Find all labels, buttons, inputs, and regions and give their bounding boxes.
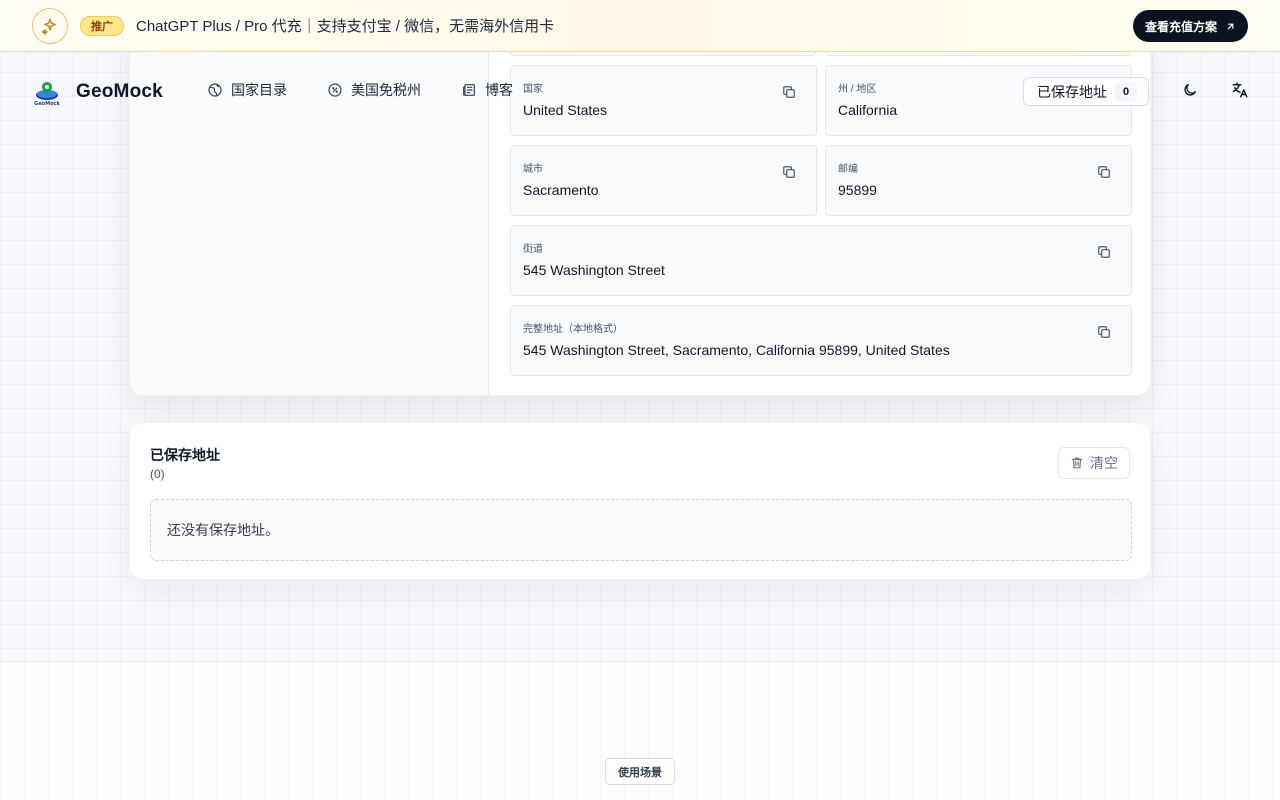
use-cases-button[interactable]: 使用场景 [605, 758, 675, 785]
empty-state: 还没有保存地址。 [150, 499, 1132, 561]
copy-icon[interactable] [782, 85, 796, 99]
city-field[interactable]: 城市 Sacramento [510, 145, 817, 216]
street-field[interactable]: 街道 545 Washington Street [510, 225, 1132, 296]
nav-label: 美国免税州 [351, 82, 421, 98]
saved-addresses-card: 已保存地址 (0) 清空 还没有保存地址。 [129, 422, 1151, 580]
promo-cta-button[interactable]: 查看充值方案 [1132, 10, 1248, 42]
saved-addresses-label: 已保存地址 [1037, 83, 1107, 100]
promo-banner: 推广 ChatGPT Plus / Pro 代充｜支持支付宝 / 微信，无需海外… [0, 0, 1280, 52]
full-address-value: 545 Washington Street, Sacramento, Calif… [523, 342, 950, 358]
copy-icon[interactable] [1097, 165, 1111, 179]
geomock-logo-icon: GeoMock [34, 82, 60, 106]
country-field[interactable]: 国家 United States [510, 65, 817, 136]
zip-value: 95899 [838, 182, 877, 198]
saved-addresses-count: (0) [150, 467, 165, 481]
saved-addresses-title: 已保存地址 [150, 447, 220, 463]
saved-addresses-button[interactable]: 已保存地址 0 [1023, 77, 1149, 106]
brand-name: GeoMock [76, 81, 163, 102]
full-address-label: 完整地址（本地格式） [523, 324, 623, 335]
city-label: 城市 [523, 164, 543, 175]
city-value: Sacramento [523, 182, 599, 198]
country-value: United States [523, 102, 608, 118]
svg-text:GeoMock: GeoMock [34, 101, 60, 106]
moon-icon [1184, 84, 1196, 96]
language-button[interactable] [1230, 80, 1250, 100]
promo-badge: 推广 [80, 15, 124, 36]
sparkle-icon [32, 7, 68, 44]
brand-logo[interactable]: GeoMock GeoMock [33, 78, 163, 106]
copy-icon[interactable] [1097, 325, 1111, 339]
percent-icon [328, 83, 342, 97]
promo-cta-label: 查看充值方案 [1144, 19, 1217, 34]
newspaper-icon [463, 84, 475, 96]
trash-icon [1071, 457, 1083, 469]
clear-button[interactable]: 清空 [1058, 447, 1130, 479]
clear-label: 清空 [1090, 455, 1118, 471]
nav-item-blog[interactable]: 博客 [461, 80, 513, 100]
nav-label: 博客 [485, 82, 513, 98]
country-label: 国家 [523, 84, 543, 95]
globe-icon [208, 83, 222, 97]
translate-icon [1232, 82, 1248, 98]
copy-icon[interactable] [1097, 245, 1111, 259]
street-label: 街道 [523, 244, 543, 255]
nav-item-country-directory[interactable]: 国家目录 [207, 80, 287, 100]
arrow-up-right-icon [1227, 23, 1234, 29]
main-nav: 国家目录 美国免税州 博客 [207, 80, 513, 100]
nav-label: 国家目录 [231, 82, 287, 98]
nav-item-us-tax-free-states[interactable]: 美国免税州 [327, 80, 421, 100]
full-address-field[interactable]: 完整地址（本地格式） 545 Washington Street, Sacram… [510, 305, 1132, 376]
zip-field[interactable]: 邮编 95899 [825, 145, 1132, 216]
copy-icon[interactable] [782, 165, 796, 179]
promo-text: ChatGPT Plus / Pro 代充｜支持支付宝 / 微信，无需海外信用卡 [136, 18, 555, 35]
street-value: 545 Washington Street [523, 262, 665, 278]
zip-label: 邮编 [838, 164, 858, 175]
saved-count-badge: 0 [1115, 82, 1137, 101]
theme-toggle-button[interactable] [1180, 80, 1200, 100]
